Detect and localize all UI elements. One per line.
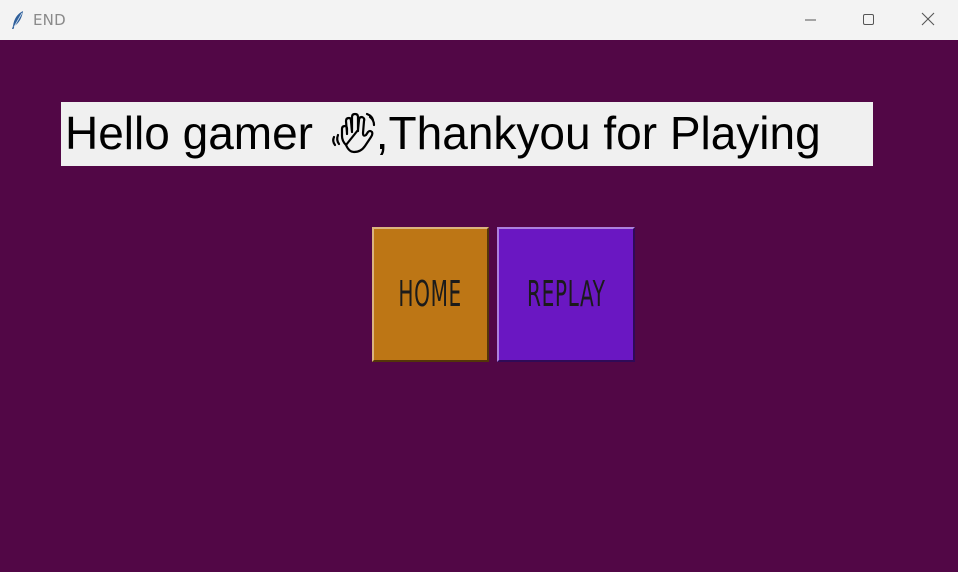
greeting-text-before: Hello gamer xyxy=(65,106,326,159)
close-icon xyxy=(921,11,935,30)
greeting-label: Hello gamer ,Thankyou for Playing xyxy=(61,102,873,166)
replay-button[interactable]: REPLAY xyxy=(497,227,635,362)
home-button-label: HOME xyxy=(398,274,463,315)
maximize-icon xyxy=(863,11,875,30)
title-bar[interactable]: END xyxy=(0,0,958,40)
waving-hand-icon xyxy=(330,111,378,155)
home-button[interactable]: HOME xyxy=(372,227,489,362)
feather-icon xyxy=(10,10,26,30)
maximize-button[interactable] xyxy=(840,0,898,40)
replay-button-label: REPLAY xyxy=(526,274,606,315)
close-button[interactable] xyxy=(899,0,957,40)
minimize-button[interactable] xyxy=(782,0,840,40)
greeting-text-after: ,Thankyou for Playing xyxy=(375,106,821,159)
window-title: END xyxy=(33,11,66,29)
greeting-text: Hello gamer ,Thankyou for Playing xyxy=(61,110,821,159)
end-window: END Hello gamer ,Thankyou for Playing HO… xyxy=(0,0,958,572)
minimize-icon xyxy=(805,11,817,30)
